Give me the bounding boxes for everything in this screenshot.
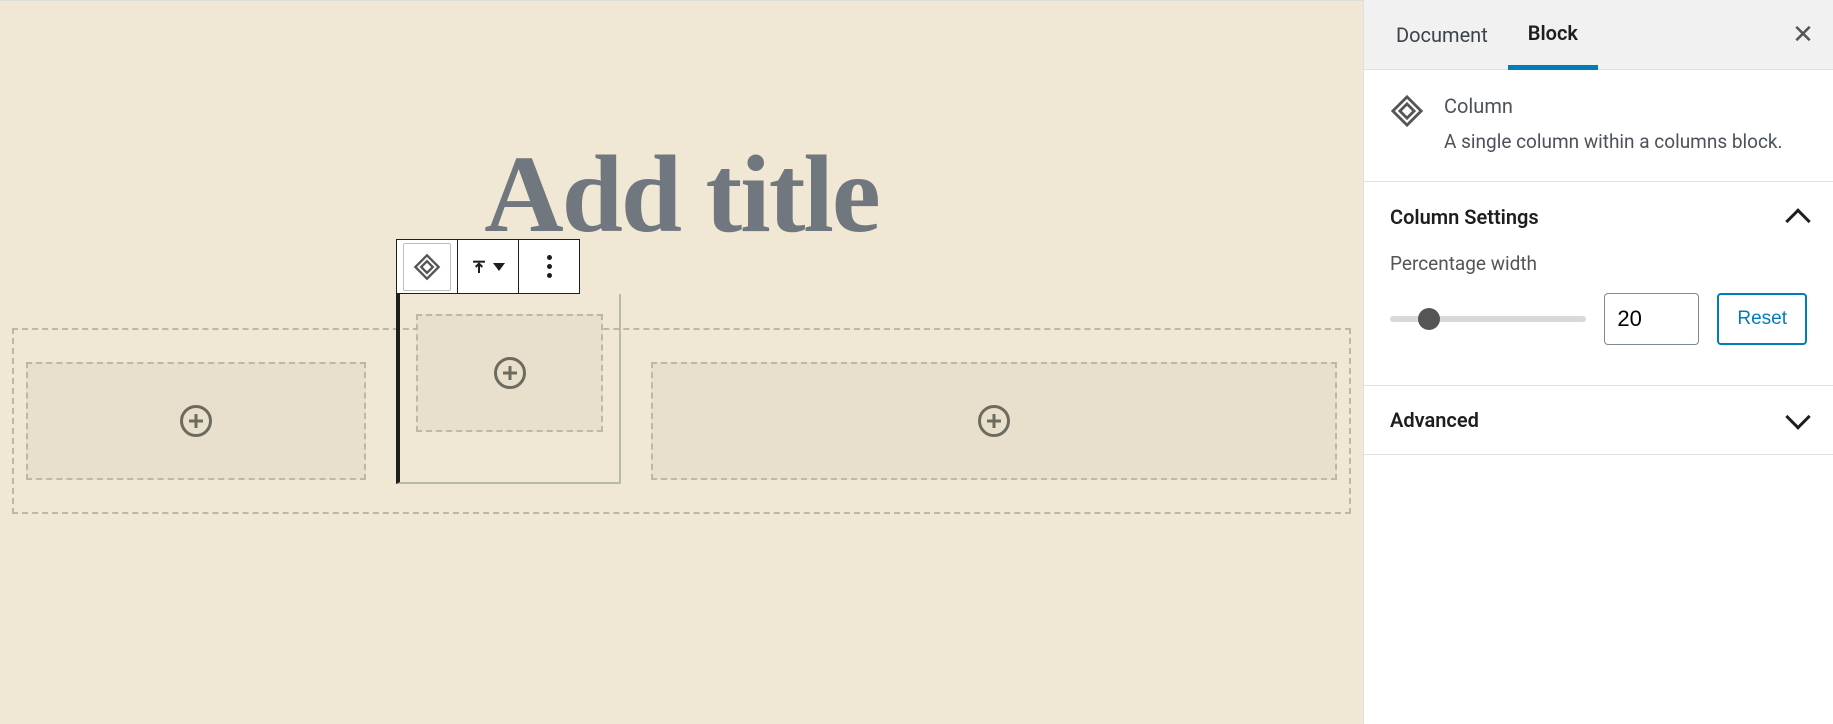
tab-document[interactable]: Document (1376, 0, 1508, 69)
block-description: Column A single column within a columns … (1364, 70, 1833, 182)
panel-title: Column Settings (1390, 205, 1539, 229)
percentage-width-slider[interactable] (1390, 316, 1586, 322)
panel-advanced-toggle[interactable]: Advanced (1364, 386, 1833, 454)
column-appender-2[interactable] (416, 314, 603, 432)
close-icon: ✕ (1792, 22, 1814, 48)
percentage-width-input[interactable] (1604, 293, 1699, 345)
percentage-width-label: Percentage width (1390, 252, 1807, 275)
more-options-button[interactable] (525, 243, 573, 291)
plus-icon (494, 357, 526, 389)
block-name: Column (1444, 94, 1783, 118)
column-appender-3[interactable] (651, 362, 1337, 480)
block-type-button[interactable] (403, 243, 451, 291)
tab-block[interactable]: Block (1508, 1, 1598, 70)
sidebar-tabs: Document Block ✕ (1364, 0, 1833, 70)
editor-canvas: Add title (0, 0, 1363, 724)
plus-icon (180, 405, 212, 437)
more-icon (547, 255, 552, 260)
panel-column-settings: Column Settings Percentage width Reset (1364, 182, 1833, 386)
block-desc: A single column within a columns block. (1444, 128, 1783, 157)
column-appender-1[interactable] (26, 362, 366, 480)
close-sidebar-button[interactable]: ✕ (1785, 17, 1821, 53)
panel-title: Advanced (1390, 408, 1479, 432)
vertical-align-button[interactable] (464, 243, 512, 291)
column-icon (413, 253, 441, 281)
settings-sidebar: Document Block ✕ Column A single column … (1363, 0, 1833, 724)
align-top-icon (471, 253, 487, 281)
column-block-1[interactable] (26, 342, 366, 500)
column-icon (1390, 94, 1424, 157)
chevron-up-icon (1785, 208, 1810, 233)
slider-thumb[interactable] (1418, 308, 1440, 330)
post-title-input[interactable]: Add title (0, 131, 1363, 258)
column-block-2-selected[interactable] (396, 342, 621, 500)
chevron-down-icon (493, 263, 505, 271)
plus-icon (978, 405, 1010, 437)
block-toolbar (396, 239, 580, 294)
column-block-3[interactable] (651, 342, 1337, 500)
reset-button[interactable]: Reset (1717, 293, 1807, 345)
chevron-down-icon (1785, 404, 1810, 429)
panel-column-settings-toggle[interactable]: Column Settings (1364, 182, 1833, 252)
columns-block[interactable] (12, 328, 1351, 514)
panel-advanced: Advanced (1364, 386, 1833, 455)
